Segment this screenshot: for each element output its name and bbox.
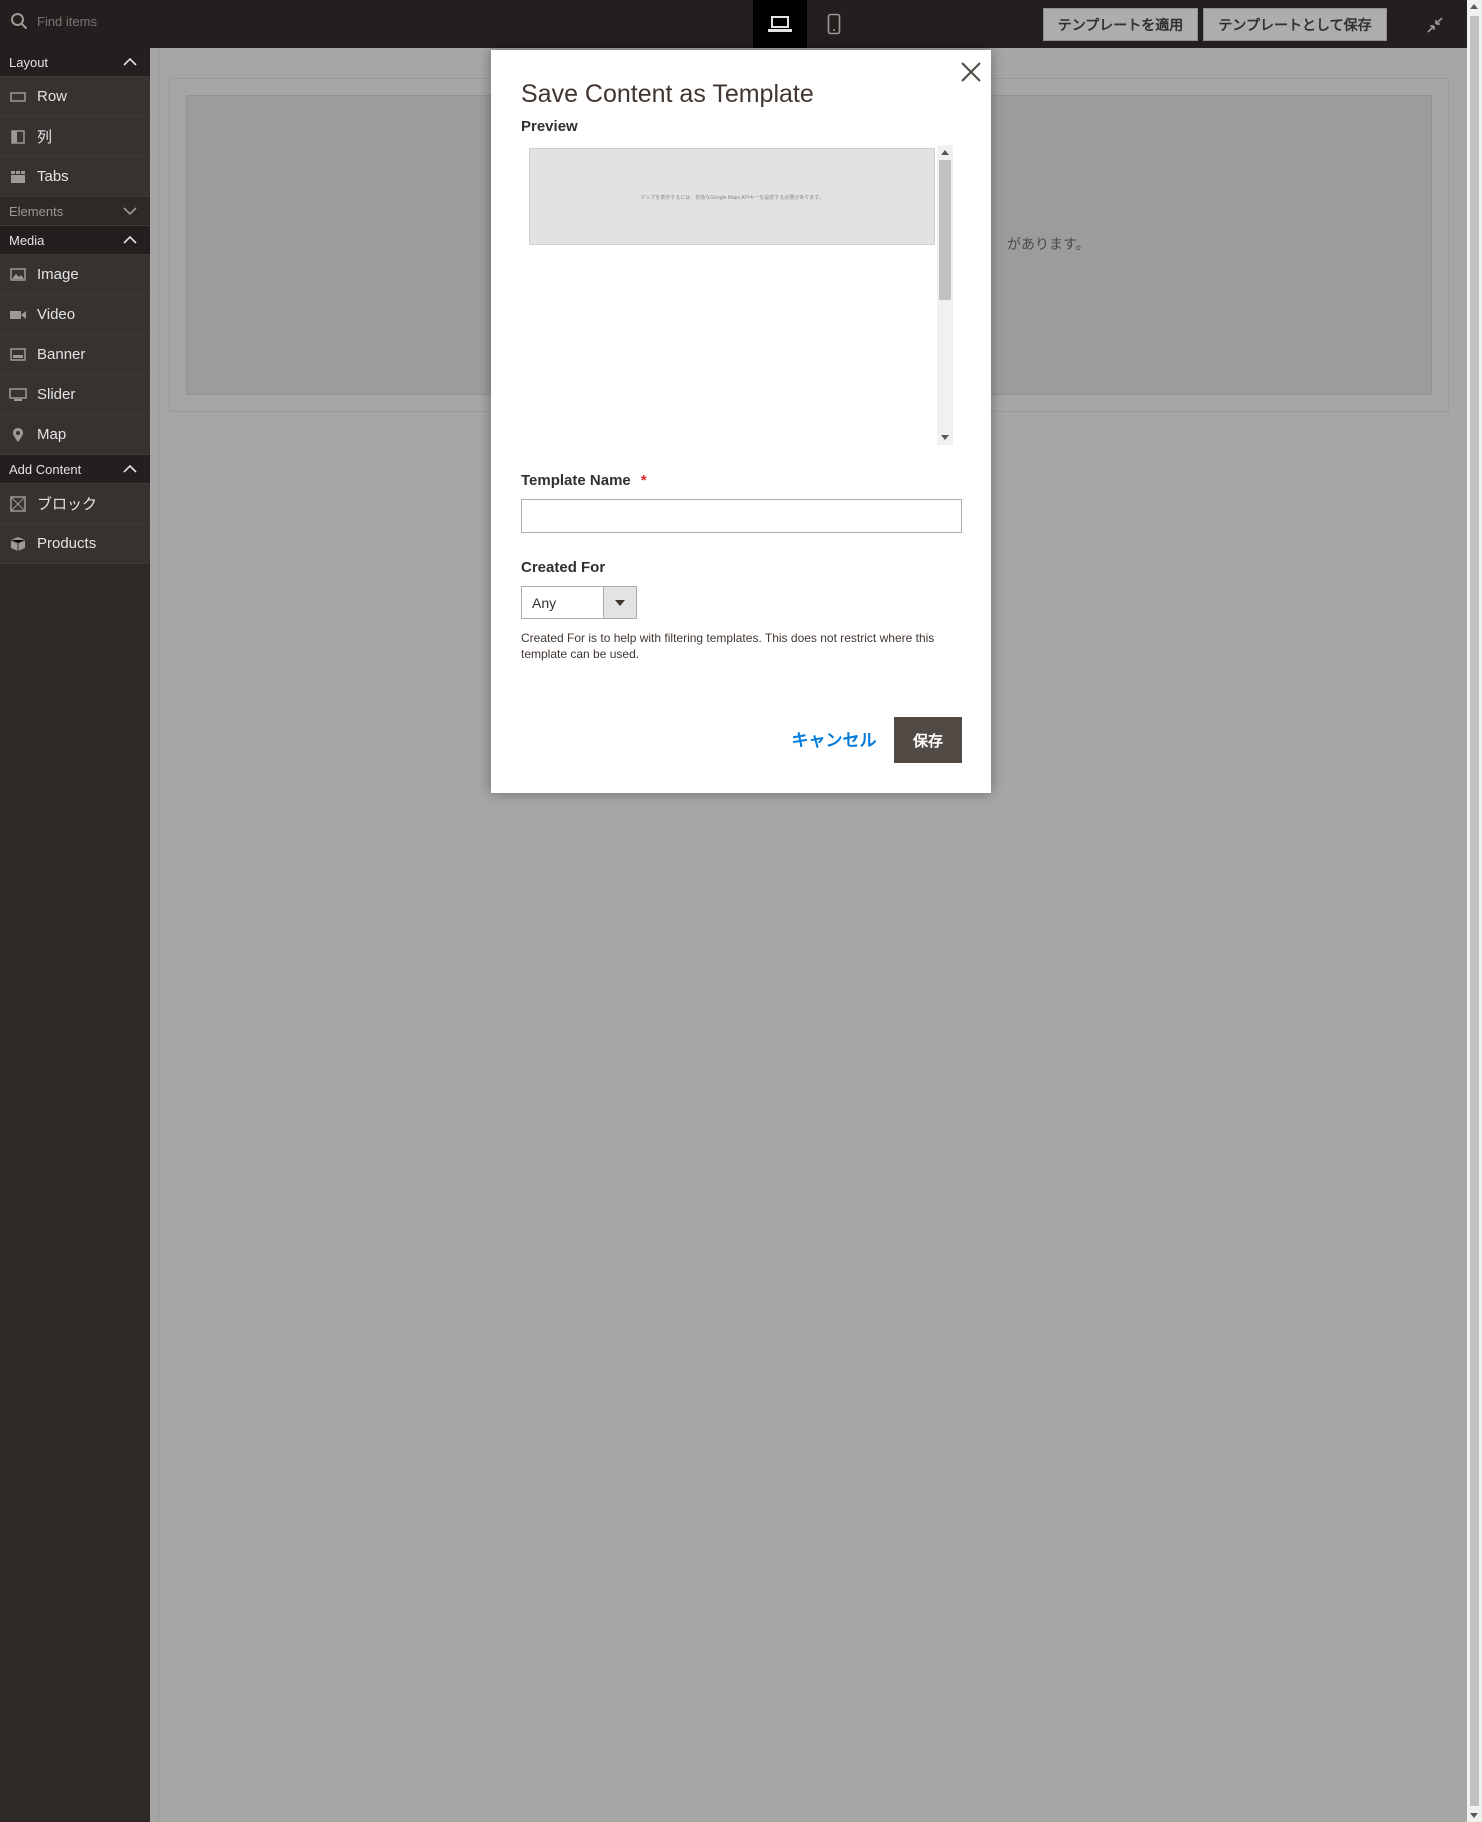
sidebar-item-label: Tabs xyxy=(37,168,69,185)
preview-thumbnail: マップを表示するには、有効なGoogle Maps APIキーを設定する必要があ… xyxy=(529,148,935,245)
modal-title: Save Content as Template xyxy=(521,80,814,108)
template-name-input[interactable] xyxy=(521,499,962,533)
group-label: Layout xyxy=(9,54,49,70)
scroll-down-arrow[interactable] xyxy=(1470,1813,1478,1818)
minimize-icon xyxy=(1427,17,1443,33)
preview-scroll-up[interactable] xyxy=(941,150,949,155)
laptop-icon xyxy=(768,16,792,32)
sidebar-item-slider[interactable]: Slider xyxy=(0,375,150,415)
group-media[interactable]: Media xyxy=(0,226,150,255)
sidebar-item-label: Image xyxy=(37,266,79,283)
preview-pane: マップを表示するには、有効なGoogle Maps APIキーを設定する必要があ… xyxy=(521,145,953,445)
sidebar-item-label: Banner xyxy=(37,346,86,363)
sidebar-item-label: Map xyxy=(37,426,67,443)
chevron-up-icon xyxy=(123,57,137,66)
preview-scrollbar[interactable] xyxy=(937,145,953,445)
search-input[interactable]: Find items xyxy=(37,14,97,29)
sidebar: Layout Row 列 Tabs Elements Media Image V… xyxy=(0,48,150,1822)
preview-scroll-down[interactable] xyxy=(941,435,949,440)
apply-template-button[interactable]: テンプレートを適用 xyxy=(1043,8,1198,41)
block-icon xyxy=(9,495,27,513)
banner-icon xyxy=(9,346,27,364)
sidebar-item-products[interactable]: Products xyxy=(0,524,150,564)
sidebar-item-image[interactable]: Image xyxy=(0,255,150,295)
slider-icon xyxy=(9,386,27,404)
scrollbar-thumb[interactable] xyxy=(1470,16,1479,1806)
group-add-content[interactable]: Add Content xyxy=(0,455,150,484)
search-box[interactable]: Find items xyxy=(0,0,150,42)
sidebar-item-label: Slider xyxy=(37,386,76,403)
group-label: Add Content xyxy=(9,461,82,477)
group-label: Media xyxy=(9,232,45,248)
column-icon xyxy=(9,128,27,146)
sidebar-item-block[interactable]: ブロック xyxy=(0,484,150,524)
preview-scroll-thumb[interactable] xyxy=(939,160,951,300)
sidebar-item-row[interactable]: Row xyxy=(0,77,150,117)
sidebar-item-label: Products xyxy=(37,535,97,552)
chevron-up-icon xyxy=(123,235,137,244)
chevron-up-icon xyxy=(123,464,137,473)
sidebar-item-column[interactable]: 列 xyxy=(0,117,150,157)
created-for-value: Any xyxy=(532,594,557,611)
save-button[interactable]: 保存 xyxy=(894,717,962,763)
template-name-label-text: Template Name xyxy=(521,472,631,489)
group-layout[interactable]: Layout xyxy=(0,48,150,77)
tabs-icon xyxy=(9,168,27,186)
map-pin-icon xyxy=(9,426,27,444)
video-icon xyxy=(9,306,27,324)
created-for-label: Created For xyxy=(521,559,606,576)
close-button[interactable] xyxy=(957,58,985,86)
chevron-down-icon xyxy=(123,207,137,216)
chevron-down-icon xyxy=(603,587,636,618)
row-icon xyxy=(9,88,27,106)
template-name-label: Template Name * xyxy=(521,472,647,489)
mobile-icon xyxy=(827,13,841,35)
device-mobile-button[interactable] xyxy=(807,0,861,48)
fullscreen-exit-button[interactable] xyxy=(1422,12,1448,38)
sidebar-item-label: Row xyxy=(37,88,68,105)
preview-text: マップを表示するには、有効なGoogle Maps APIキーを設定する必要があ… xyxy=(640,195,824,201)
page-scrollbar[interactable] xyxy=(1467,0,1482,1822)
stage-message: があります。 xyxy=(1007,236,1090,252)
image-icon xyxy=(9,266,27,284)
created-for-help: Created For is to help with filtering te… xyxy=(521,631,935,661)
device-desktop-button[interactable] xyxy=(753,0,807,48)
sidebar-item-banner[interactable]: Banner xyxy=(0,335,150,375)
created-for-select[interactable]: Any xyxy=(521,586,637,619)
search-icon xyxy=(11,13,28,30)
close-icon xyxy=(961,62,981,82)
group-label: Elements xyxy=(9,203,64,219)
sidebar-item-label: 列 xyxy=(37,129,53,146)
preview-label: Preview xyxy=(521,118,578,135)
sidebar-item-map[interactable]: Map xyxy=(0,415,150,455)
scroll-up-arrow[interactable] xyxy=(1470,4,1478,9)
cancel-button[interactable]: キャンセル xyxy=(789,718,879,758)
group-elements[interactable]: Elements xyxy=(0,197,150,226)
save-template-modal: Save Content as Template Preview マップを表示す… xyxy=(491,50,991,793)
sidebar-item-label: Video xyxy=(37,306,76,323)
top-toolbar: Find items テンプレートを適用 テンプレートとして保存 xyxy=(0,0,1467,48)
sidebar-item-label: ブロック xyxy=(37,496,98,513)
sidebar-item-tabs[interactable]: Tabs xyxy=(0,157,150,197)
save-as-template-button[interactable]: テンプレートとして保存 xyxy=(1203,8,1387,41)
products-icon xyxy=(9,535,27,553)
required-mark: * xyxy=(640,472,647,489)
sidebar-item-video[interactable]: Video xyxy=(0,295,150,335)
